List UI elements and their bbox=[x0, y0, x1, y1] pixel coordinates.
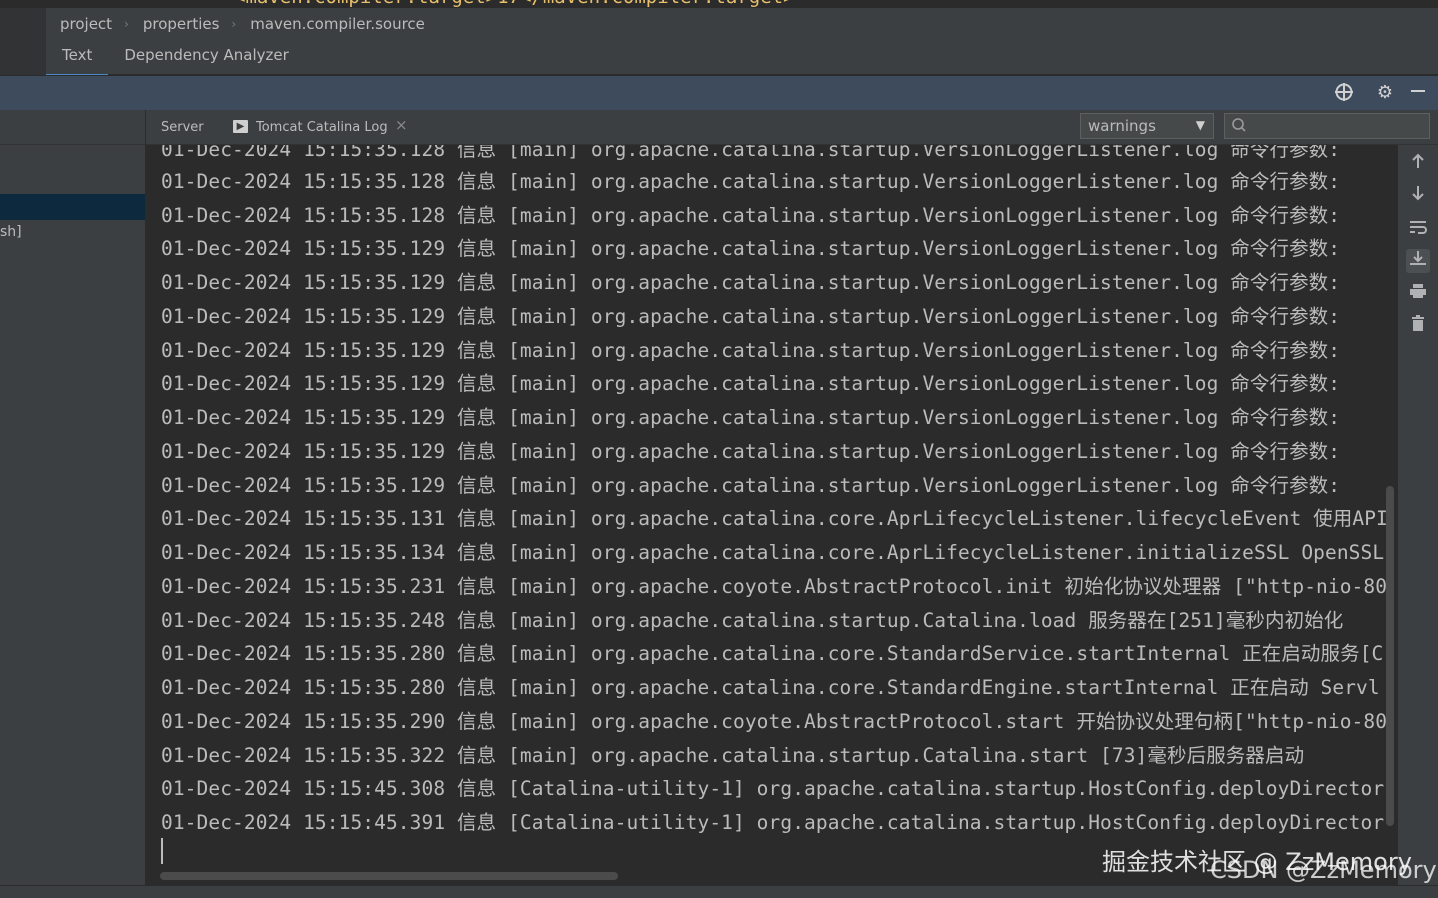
tree-item-selected[interactable] bbox=[0, 194, 145, 220]
log-line: 01-Dec-2024 15:15:35.131 信息 [main] org.a… bbox=[161, 507, 1388, 530]
gear-icon[interactable]: ⚙ bbox=[1374, 82, 1396, 104]
log-line: 01-Dec-2024 15:15:35.129 信息 [main] org.a… bbox=[161, 305, 1341, 328]
code-line: <maven.compiler.target>17</maven.compile… bbox=[234, 0, 795, 8]
log-line: 01-Dec-2024 15:15:35.129 信息 [main] org.a… bbox=[161, 474, 1341, 497]
log-line: 01-Dec-2024 15:15:45.308 信息 [Catalina-ut… bbox=[161, 777, 1385, 800]
log-level-select[interactable]: warnings ▼ bbox=[1080, 113, 1214, 139]
log-line: 01-Dec-2024 15:15:35.231 信息 [main] org.a… bbox=[161, 575, 1388, 598]
scroll-to-end-icon[interactable] bbox=[1406, 249, 1430, 273]
log-line: 01-Dec-2024 15:15:35.129 信息 [main] org.a… bbox=[161, 237, 1341, 260]
log-line: 01-Dec-2024 15:15:35.280 信息 [main] org.a… bbox=[161, 642, 1384, 665]
log-line: 01-Dec-2024 15:15:35.248 信息 [main] org.a… bbox=[161, 609, 1344, 632]
log-line: 01-Dec-2024 15:15:35.134 信息 [main] org.a… bbox=[161, 541, 1385, 564]
breadcrumb-item-project[interactable]: project bbox=[46, 15, 112, 33]
log-line: 01-Dec-2024 15:15:35.129 信息 [main] org.a… bbox=[161, 440, 1341, 463]
log-line: 01-Dec-2024 15:15:35.129 信息 [main] org.a… bbox=[161, 339, 1341, 362]
watermark-csdn: CSDN @ZzMemory bbox=[1210, 856, 1437, 884]
tab-tomcat-catalina-log[interactable]: Tomcat Catalina Log bbox=[256, 120, 388, 135]
log-line: 01-Dec-2024 15:15:35.129 信息 [main] org.a… bbox=[161, 271, 1341, 294]
log-tab-icon: ▶ bbox=[233, 120, 248, 133]
minimize-icon[interactable] bbox=[1407, 82, 1429, 104]
log-line: 01-Dec-2024 15:15:35.280 信息 [main] org.a… bbox=[161, 676, 1380, 699]
services-tree: sh] bbox=[0, 110, 146, 890]
print-icon[interactable] bbox=[1406, 282, 1430, 306]
console-output[interactable]: 01-Dec-2024 15:15:35.128 信息 [main] org.a… bbox=[146, 145, 1398, 885]
log-line: 01-Dec-2024 15:15:35.290 信息 [main] org.a… bbox=[161, 710, 1388, 733]
breadcrumb-item-properties[interactable]: properties bbox=[129, 15, 220, 33]
text-cursor bbox=[161, 838, 163, 864]
tab-dependency-analyzer[interactable]: Dependency Analyzer bbox=[108, 40, 304, 74]
horizontal-scrollbar[interactable] bbox=[160, 872, 618, 880]
tool-window-header: ⚙ bbox=[0, 75, 1438, 110]
search-icon bbox=[1231, 116, 1249, 138]
chevron-down-icon: ▼ bbox=[1195, 118, 1205, 132]
editor-code-area: <maven.compiler.target>17</maven.compile… bbox=[0, 0, 1438, 8]
log-level-value: warnings bbox=[1088, 117, 1156, 135]
breadcrumb: project › properties › maven.compiler.so… bbox=[46, 8, 1438, 40]
chevron-right-icon: › bbox=[231, 17, 237, 31]
log-line: 01-Dec-2024 15:15:35.128 信息 [main] org.a… bbox=[161, 170, 1341, 193]
soft-wrap-icon[interactable] bbox=[1406, 218, 1430, 242]
console-tab-bar: Server ▶ Tomcat Catalina Log × warnings … bbox=[146, 110, 1438, 145]
services-tree-toolbar bbox=[0, 110, 145, 145]
vertical-scrollbar[interactable] bbox=[1386, 486, 1394, 826]
arrow-up-icon[interactable] bbox=[1406, 152, 1430, 176]
log-line: 01-Dec-2024 15:15:35.129 信息 [main] org.a… bbox=[161, 372, 1341, 395]
tree-item-label[interactable]: sh] bbox=[0, 224, 22, 240]
log-line: 01-Dec-2024 15:15:45.391 信息 [Catalina-ut… bbox=[161, 811, 1385, 834]
crosshair-icon[interactable] bbox=[1333, 82, 1355, 104]
console-side-toolbar bbox=[1398, 145, 1438, 885]
tab-text[interactable]: Text bbox=[46, 40, 109, 77]
arrow-down-icon[interactable] bbox=[1406, 184, 1430, 208]
trash-icon[interactable] bbox=[1406, 314, 1430, 338]
log-line: 01-Dec-2024 15:15:35.128 信息 [main] org.a… bbox=[161, 204, 1341, 227]
breadcrumb-item-source[interactable]: maven.compiler.source bbox=[236, 15, 425, 33]
tab-server[interactable]: Server bbox=[161, 120, 204, 135]
close-icon[interactable]: × bbox=[395, 116, 408, 134]
chevron-right-icon: › bbox=[124, 17, 129, 31]
editor-gutter bbox=[0, 0, 47, 75]
log-line: 01-Dec-2024 15:15:35.129 信息 [main] org.a… bbox=[161, 406, 1341, 429]
search-input[interactable] bbox=[1224, 113, 1430, 139]
bottom-tool-strip bbox=[0, 885, 1438, 898]
log-line: 01-Dec-2024 15:15:35.322 信息 [main] org.a… bbox=[161, 744, 1305, 767]
editor-tab-bar: Text Dependency Analyzer bbox=[46, 40, 1438, 77]
log-line: 01-Dec-2024 15:15:35.128 信息 [main] org.a… bbox=[161, 145, 1341, 161]
